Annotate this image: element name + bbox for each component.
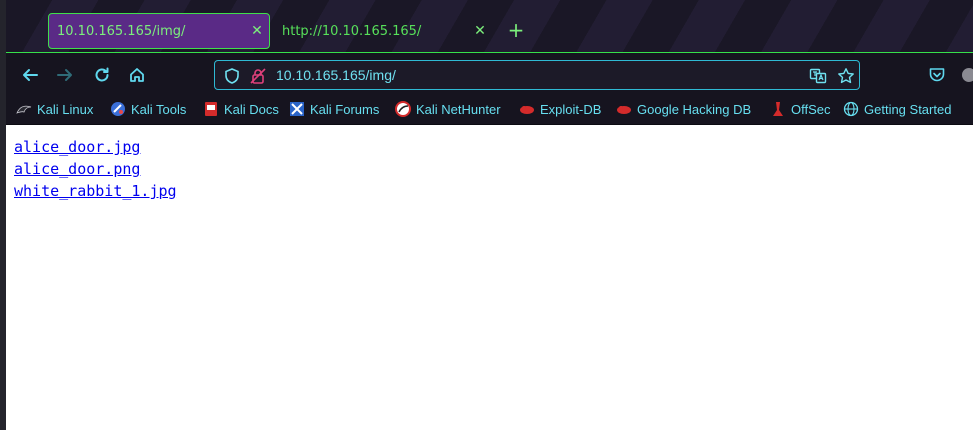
tab-bar: 10.10.165.165/img/ ✕ http://10.10.165.16… (6, 0, 973, 54)
kali-docs-icon (203, 101, 219, 117)
kali-dragon-icon (16, 101, 32, 117)
exploitdb-icon (519, 101, 535, 117)
plus-icon: + (507, 18, 525, 42)
arrow-left-icon (23, 69, 38, 81)
home-button[interactable] (125, 63, 149, 87)
pocket-icon (929, 68, 945, 82)
bookmark-kali-forums[interactable]: Kali Forums (289, 101, 379, 117)
bookmark-label: OffSec (791, 101, 831, 117)
bookmark-label: Kali Docs (224, 101, 279, 117)
bookmark-label: Kali NetHunter (416, 101, 501, 117)
close-icon[interactable]: ✕ (245, 23, 269, 39)
puzzle-icon (962, 68, 973, 82)
bookmark-getting-started[interactable]: Getting Started (843, 101, 951, 117)
bookmark-label: Kali Tools (131, 101, 187, 117)
nethunter-icon (395, 101, 411, 117)
bookmark-kali-docs[interactable]: Kali Docs (203, 101, 279, 117)
list-item: white_rabbit_1.jpg (14, 180, 177, 202)
reload-icon (95, 67, 109, 82)
ghdb-icon (616, 101, 632, 117)
extensions-button[interactable] (957, 63, 973, 87)
bookmark-label: Getting Started (864, 101, 952, 117)
translate-icon[interactable] (809, 67, 827, 85)
tab-label: http://10.10.165.165/ (282, 23, 422, 39)
kali-tools-icon (110, 101, 126, 117)
bookmark-label: Google Hacking DB (637, 101, 752, 117)
back-button[interactable] (18, 63, 42, 87)
bookmark-label: Kali Forums (310, 101, 380, 117)
file-link[interactable]: white_rabbit_1.jpg (14, 182, 177, 200)
kali-forums-icon (289, 101, 305, 117)
bookmark-kali-tools[interactable]: Kali Tools (110, 101, 186, 117)
offsec-icon (770, 101, 786, 117)
new-tab-button[interactable]: + (506, 20, 526, 40)
pocket-button[interactable] (925, 63, 949, 87)
list-item: alice_door.jpg (14, 136, 177, 158)
shield-icon[interactable] (223, 67, 241, 85)
forward-button[interactable] (53, 63, 77, 87)
bookmark-exploit-db[interactable]: Exploit-DB (519, 101, 601, 117)
page-content: alice_door.jpg alice_door.png white_rabb… (6, 125, 973, 430)
tab-home[interactable]: http://10.10.165.165/ ✕ (276, 13, 492, 49)
arrow-right-icon (57, 69, 72, 81)
navigation-toolbar: 10.10.165.165/img/ (6, 52, 973, 97)
bookmark-google-hacking-db[interactable]: Google Hacking DB (616, 101, 751, 117)
bookmark-kali-linux[interactable]: Kali Linux (16, 101, 93, 117)
star-icon[interactable] (837, 67, 855, 85)
globe-icon (843, 101, 859, 117)
address-bar[interactable]: 10.10.165.165/img/ (214, 60, 860, 90)
url-text[interactable]: 10.10.165.165/img/ (276, 67, 396, 83)
bookmark-kali-nethunter[interactable]: Kali NetHunter (395, 101, 501, 117)
tab-label: 10.10.165.165/img/ (57, 23, 186, 39)
list-item: alice_door.png (14, 158, 177, 180)
bookmark-offsec[interactable]: OffSec (770, 101, 831, 117)
bookmark-label: Kali Linux (37, 101, 94, 117)
tab-img-directory[interactable]: 10.10.165.165/img/ ✕ (48, 13, 270, 49)
reload-button[interactable] (90, 63, 114, 87)
bookmarks-toolbar: Kali Linux Kali Tools Kali Docs Kali For… (6, 96, 973, 125)
directory-listing: alice_door.jpg alice_door.png white_rabb… (14, 136, 177, 202)
bookmark-label: Exploit-DB (540, 101, 602, 117)
file-link[interactable]: alice_door.png (14, 160, 140, 178)
close-icon[interactable]: ✕ (468, 23, 492, 39)
home-icon (130, 68, 144, 82)
lock-warning-icon[interactable] (249, 67, 267, 85)
browser-window: 10.10.165.165/img/ ✕ http://10.10.165.16… (6, 0, 973, 430)
file-link[interactable]: alice_door.jpg (14, 138, 140, 156)
